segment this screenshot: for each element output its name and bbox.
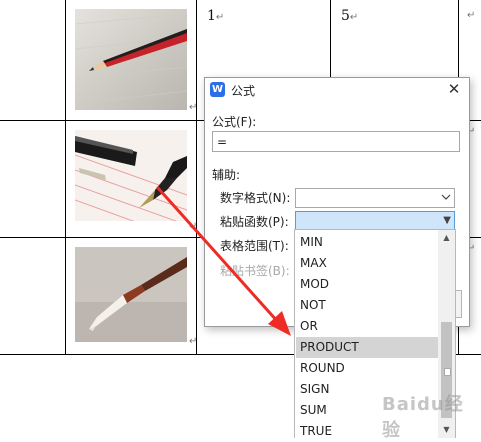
chevron-down-icon bbox=[441, 190, 451, 207]
table-cell-value: 1↵ bbox=[207, 8, 225, 24]
paragraph-mark: ↵ bbox=[189, 221, 198, 232]
table-column-border bbox=[65, 0, 66, 355]
function-option-or[interactable]: OR bbox=[296, 316, 438, 337]
close-icon: ✕ bbox=[447, 80, 461, 98]
paragraph-mark: ↵ bbox=[467, 10, 476, 21]
paragraph-mark: ↵ bbox=[189, 102, 198, 113]
function-option-max[interactable]: MAX bbox=[296, 253, 438, 274]
paragraph-mark: ↵ bbox=[189, 336, 198, 347]
wps-logo-icon: W bbox=[210, 82, 225, 97]
pencil-photo bbox=[75, 9, 187, 110]
paste-bookmark-label: 粘贴书签(B): bbox=[220, 264, 290, 278]
close-button[interactable]: ✕ bbox=[445, 80, 463, 98]
function-option-round[interactable]: ROUND bbox=[296, 358, 438, 379]
table-column-border bbox=[196, 0, 197, 355]
scroll-grip-icon bbox=[444, 368, 451, 376]
dropdown-arrow-icon: ▼ bbox=[443, 215, 451, 226]
function-option-not[interactable]: NOT bbox=[296, 295, 438, 316]
number-format-select[interactable] bbox=[295, 188, 455, 208]
fountain-pen-photo bbox=[75, 130, 187, 221]
helper-label: 辅助: bbox=[212, 168, 241, 182]
formula-label: 公式(F): bbox=[212, 115, 257, 129]
dialog-title: 公式 bbox=[231, 84, 256, 98]
table-range-label: 表格范围(T): bbox=[220, 239, 289, 253]
number-format-label: 数字格式(N): bbox=[220, 191, 291, 205]
dialog-titlebar[interactable]: W 公式 ✕ bbox=[205, 78, 469, 102]
function-option-mod[interactable]: MOD bbox=[296, 274, 438, 295]
paste-function-select[interactable]: ▼ bbox=[295, 211, 455, 231]
function-option-min[interactable]: MIN bbox=[296, 232, 438, 253]
calligraphy-brush-photo bbox=[75, 247, 187, 342]
table-cell-value: 5↵ bbox=[341, 8, 359, 24]
function-option-product[interactable]: PRODUCT bbox=[296, 337, 438, 358]
paste-function-label: 粘贴函数(P): bbox=[220, 215, 289, 229]
formula-input[interactable]: = bbox=[212, 131, 460, 152]
baidu-watermark: Baidu经验 bbox=[382, 394, 464, 441]
scroll-up-icon[interactable]: ▲ bbox=[438, 231, 455, 245]
